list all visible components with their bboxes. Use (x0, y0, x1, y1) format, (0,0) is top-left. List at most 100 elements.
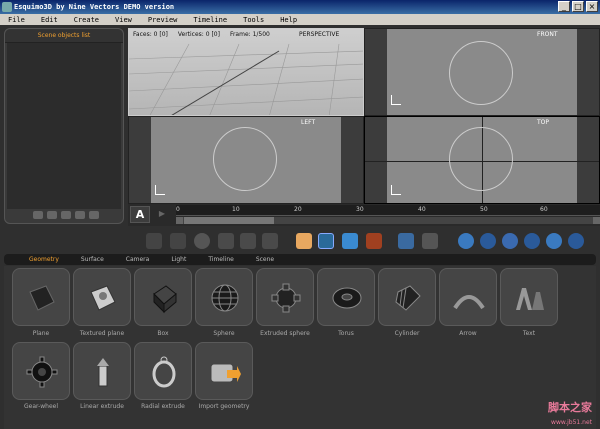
timeline-bar: A ▶ 0 10 20 30 40 50 60 (128, 204, 600, 226)
linear-extrude-icon (97, 358, 109, 387)
textured-plane-tile[interactable] (73, 268, 131, 326)
menu-preview[interactable]: Preview (148, 16, 178, 24)
menu-bar: File Edit Create View Preview Timeline T… (0, 14, 600, 25)
timeline-ruler[interactable]: 0 10 20 30 40 50 60 (176, 205, 600, 216)
select-icon[interactable] (146, 233, 162, 249)
title-bar: Esquimo3D by Nine Vectors DEMO version _… (0, 0, 600, 14)
plane-tile[interactable] (12, 268, 70, 326)
tick-label: 40 (418, 206, 426, 213)
viewport-left[interactable]: LEFT (128, 116, 364, 204)
scale-icon[interactable] (262, 233, 278, 249)
extruded-sphere-tile[interactable] (256, 268, 314, 326)
category-tabs: Geometry Surface Camera Light Timeline S… (4, 254, 596, 265)
link-icon[interactable] (33, 211, 43, 219)
scroll-right-icon[interactable] (593, 217, 600, 224)
import-icon (210, 363, 241, 383)
torus-tile[interactable] (317, 268, 375, 326)
text-tile[interactable] (500, 268, 558, 326)
box-icon (153, 285, 177, 314)
geometry-gallery: Plane Textured plane Box Sphere Extruded… (4, 266, 596, 429)
hand-icon[interactable] (296, 233, 312, 249)
viewport-label-left: LEFT (301, 119, 316, 126)
sphere-tool-icon[interactable] (194, 233, 210, 249)
gear-wheel-tile[interactable] (12, 342, 70, 400)
viewport-perspective[interactable]: Faces: 0 [0] Vertices: 0 [0] Frame: 1/50… (128, 28, 364, 116)
person-icon[interactable] (502, 233, 518, 249)
user-view-icon[interactable] (398, 233, 414, 249)
vertices-count: Vertices: 0 [0] (177, 31, 220, 38)
import-geometry-tile[interactable] (195, 342, 253, 400)
tool-bar (128, 230, 600, 252)
cylinder-tile[interactable] (378, 268, 436, 326)
sphere-tile[interactable] (195, 268, 253, 326)
menu-view[interactable]: View (115, 16, 132, 24)
menu-tools[interactable]: Tools (243, 16, 264, 24)
viewport-front[interactable]: FRONT (364, 28, 600, 116)
animation-mode-button[interactable]: A (130, 206, 150, 223)
tick-label: 50 (480, 206, 488, 213)
menu-edit[interactable]: Edit (41, 16, 58, 24)
box-tile[interactable] (134, 268, 192, 326)
frame-counter: Frame: 1/500 (229, 31, 270, 38)
person-icon[interactable] (458, 233, 474, 249)
copy-icon[interactable] (75, 211, 85, 219)
render-icon[interactable] (366, 233, 382, 249)
scroll-left-icon[interactable] (176, 217, 183, 224)
tab-surface[interactable]: Surface (81, 256, 104, 263)
watermark-logo: 脚本之家 (548, 401, 592, 414)
person-icon[interactable] (480, 233, 496, 249)
frame-icon[interactable] (422, 233, 438, 249)
trash-icon[interactable] (89, 211, 99, 219)
import-geometry-label: Import geometry (198, 403, 250, 410)
close-button[interactable]: × (586, 1, 598, 12)
tab-light[interactable]: Light (171, 256, 186, 263)
scene-objects-list[interactable] (7, 43, 121, 209)
person-icon[interactable] (568, 233, 584, 249)
torus-icon (332, 287, 362, 309)
menu-file[interactable]: File (8, 16, 25, 24)
tab-timeline[interactable]: Timeline (208, 256, 234, 263)
tick-label: 0 (176, 206, 180, 213)
move-icon[interactable] (218, 233, 234, 249)
watermark-url: www.jb51.net (551, 419, 592, 426)
extruded-sphere-icon (271, 283, 301, 313)
scroll-thumb[interactable] (184, 217, 274, 224)
radial-extrude-tile[interactable] (134, 342, 192, 400)
text-label: Text (522, 330, 536, 337)
rotate-icon[interactable] (240, 233, 256, 249)
film-icon[interactable] (61, 211, 71, 219)
app-icon (2, 2, 12, 12)
linear-extrude-tile[interactable] (73, 342, 131, 400)
menu-create[interactable]: Create (74, 16, 99, 24)
record-icon[interactable]: ▶ (152, 206, 172, 223)
viewport-label-front: FRONT (537, 31, 558, 38)
person-icon[interactable] (546, 233, 562, 249)
arrow-icon (453, 295, 485, 310)
faces-count: Faces: 0 [0] (133, 31, 168, 38)
viewport-top[interactable]: TOP (364, 116, 600, 204)
tab-geometry[interactable]: Geometry (29, 256, 59, 263)
cylinder-icon (395, 285, 421, 311)
tick-label: 30 (356, 206, 364, 213)
text-3d-icon (516, 288, 544, 310)
camera-orbit-icon[interactable] (318, 233, 334, 249)
sphere-icon (211, 284, 239, 312)
scene-objects-title: Scene objects list (5, 29, 123, 43)
tab-camera[interactable]: Camera (126, 256, 150, 263)
plane-icon (29, 285, 55, 311)
menu-help[interactable]: Help (280, 16, 297, 24)
timeline-scrollbar[interactable] (176, 217, 600, 224)
group-icon[interactable] (47, 211, 57, 219)
tab-scene[interactable]: Scene (256, 256, 274, 263)
window-title: Esquimo3D by Nine Vectors DEMO version (14, 3, 175, 11)
zoom-icon[interactable] (342, 233, 358, 249)
arrow-tile[interactable] (439, 268, 497, 326)
menu-timeline[interactable]: Timeline (193, 16, 227, 24)
node-icon[interactable] (170, 233, 186, 249)
viewport-label-perspective: PERSPECTIVE (299, 31, 340, 38)
viewport-label-top: TOP (537, 119, 550, 126)
maximize-button[interactable]: □ (572, 1, 584, 12)
person-icon[interactable] (524, 233, 540, 249)
minimize-button[interactable]: _ (558, 1, 570, 12)
scene-objects-panel: Scene objects list (4, 28, 124, 224)
